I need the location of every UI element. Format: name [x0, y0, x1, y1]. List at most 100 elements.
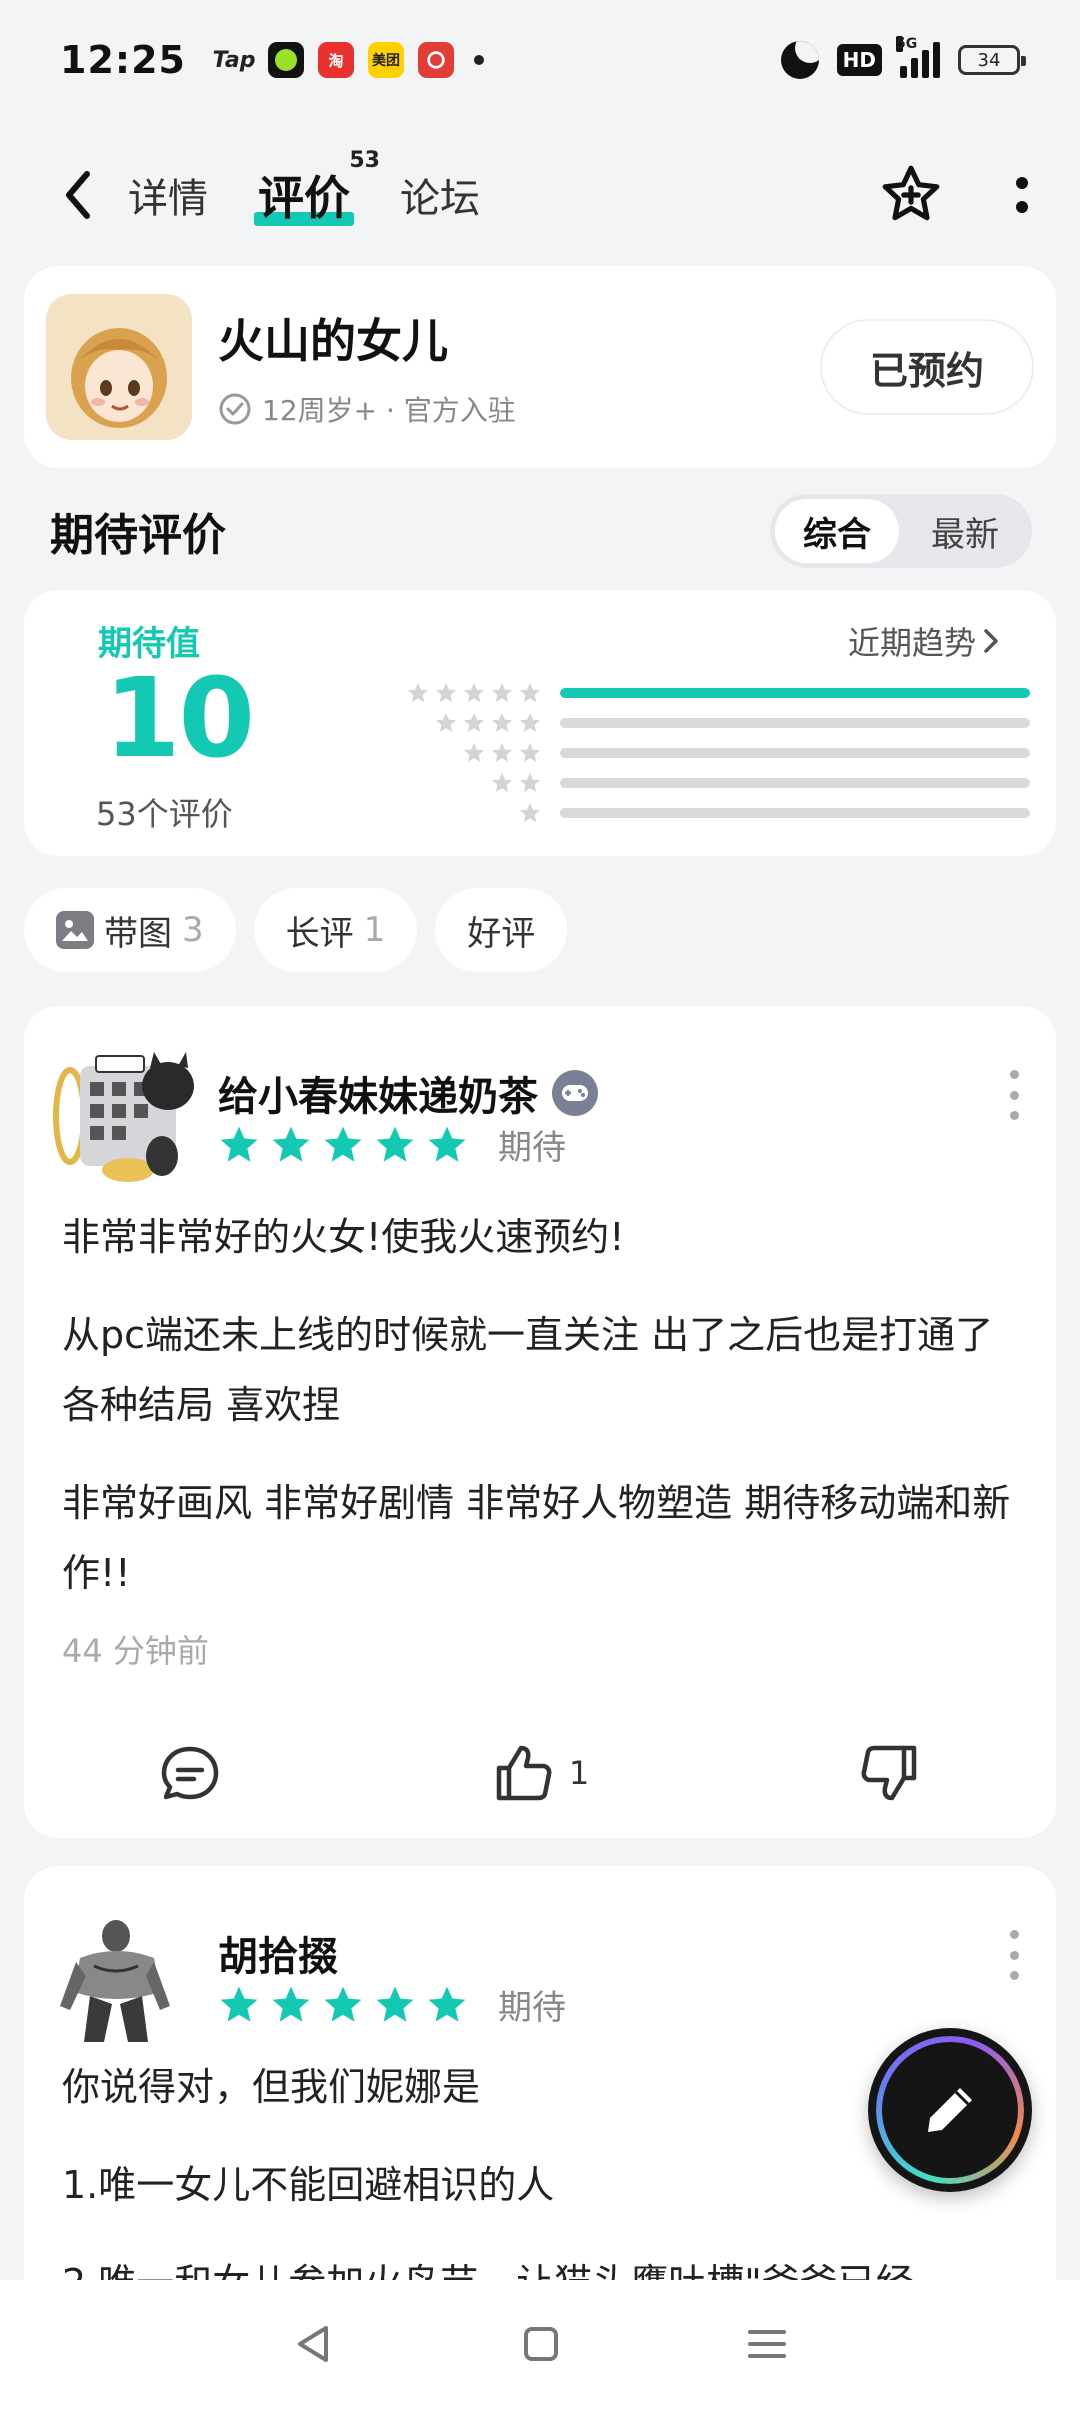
filter-long-review-count: 1	[363, 910, 386, 950]
recent-trend-label: 近期趋势	[847, 624, 976, 662]
nav-back-button[interactable]	[292, 2322, 336, 2370]
tab-reviews-count: 53	[349, 148, 380, 173]
distribution-bar	[560, 718, 1030, 728]
star-icon	[324, 1126, 362, 1162]
star-icon	[220, 1986, 258, 2022]
star-icon	[272, 1126, 310, 1162]
dot-icon	[1009, 1111, 1019, 1120]
distribution-row-2-star	[380, 768, 1030, 798]
dot-icon	[1009, 1930, 1019, 1939]
star-icon	[436, 683, 456, 702]
filter-with-image-label: 带图	[104, 913, 172, 954]
tab-reviews[interactable]: 评价 53	[254, 148, 380, 228]
review-tag: 期待	[498, 1128, 566, 1168]
hd-icon: HD	[836, 44, 882, 76]
taobao-icon: 淘	[317, 42, 354, 78]
tab-reviews-label: 评价	[258, 171, 350, 225]
more-vertical-icon	[1016, 177, 1028, 213]
rating-summary-card: 期待值 10 53个评价 近期趋势	[24, 590, 1056, 856]
distribution-row-3-star	[380, 738, 1030, 768]
distribution-bar	[560, 748, 1030, 758]
review-more-button[interactable]	[1008, 1930, 1020, 1980]
review-paragraph: 非常好画风 非常好剧情 非常好人物塑造 期待移动端和新作!!	[62, 1481, 1011, 1595]
favorite-button[interactable]	[878, 162, 944, 228]
network-type: 5G	[896, 36, 918, 52]
filter-with-image[interactable]: 带图 3	[24, 888, 236, 972]
star-icon	[520, 773, 540, 792]
reviewer-name[interactable]: 胡拾掇	[218, 1924, 338, 1982]
sort-latest[interactable]: 最新	[903, 499, 1027, 563]
like-button[interactable]: 1	[491, 1742, 589, 1804]
distribution-row-5-star	[380, 678, 1030, 708]
filter-chips: 带图 3 长评 1 好评	[24, 888, 568, 972]
fab-ring	[876, 2036, 1024, 2184]
review-paragraph: 从pc端还未上线的时候就一直关注 出了之后也是打通了各种结局 喜欢捏	[62, 1313, 994, 1427]
distribution-stars	[434, 711, 542, 735]
do-not-disturb-icon	[780, 41, 819, 79]
nav-menu-button[interactable]	[746, 2324, 788, 2368]
review-stars: 期待	[218, 1120, 566, 1169]
star-icon	[220, 1126, 258, 1162]
menu-lines-icon	[747, 2330, 786, 2358]
review-time: 44 分钟前	[62, 1632, 209, 1670]
rating-distribution	[380, 678, 1030, 828]
dislike-button[interactable]	[858, 1742, 922, 1804]
review-tag: 期待	[498, 1988, 566, 2028]
star-icon	[492, 773, 512, 792]
header-actions	[878, 162, 1030, 228]
star-icon	[492, 713, 512, 732]
notification-icons: Tap 淘 美团	[212, 42, 484, 78]
distribution-stars	[406, 681, 542, 705]
distribution-stars	[490, 771, 542, 795]
more-options-button[interactable]	[1014, 173, 1030, 217]
review-paragraph: 非常非常好的火女!使我火速预约!	[62, 1215, 625, 1259]
filter-long-review[interactable]: 长评 1	[253, 888, 418, 972]
thumbs-down-icon	[861, 1745, 916, 1801]
review-stars: 期待	[218, 1980, 566, 2029]
star-icon	[324, 1986, 362, 2022]
image-icon	[56, 911, 94, 949]
filter-positive[interactable]: 好评	[435, 888, 568, 972]
comment-button[interactable]	[158, 1743, 222, 1803]
star-icon	[520, 803, 540, 822]
review-paragraph: 1.唯一女儿不能回避相识的人	[62, 2163, 555, 2207]
review-card[interactable]: 给小春妹妹递奶茶 期待 非常非常好的火女!使我火速预约! 从pc端还未上线的时候…	[24, 1006, 1056, 1838]
comment-icon	[162, 1746, 219, 1800]
distribution-row-4-star	[380, 708, 1030, 738]
chevron-right-icon	[984, 629, 998, 653]
write-review-button[interactable]	[868, 2028, 1032, 2192]
avatar[interactable]	[50, 1046, 200, 1188]
star-icon	[376, 1126, 414, 1162]
sort-overall[interactable]: 综合	[775, 499, 899, 563]
star-icon	[408, 683, 428, 702]
app-green-icon	[267, 42, 304, 78]
dot-icon	[1009, 1950, 1019, 1960]
sort-toggle: 综合 最新	[770, 494, 1032, 568]
reserved-button[interactable]: 已预约	[820, 319, 1034, 415]
distribution-bar-fill	[560, 688, 1030, 698]
tab-details[interactable]: 详情	[128, 166, 208, 224]
chevron-left-icon	[66, 171, 90, 219]
like-count: 1	[568, 1754, 590, 1792]
star-icon	[492, 683, 512, 702]
distribution-bar	[560, 808, 1030, 818]
game-title: 火山的女儿	[218, 314, 448, 368]
distribution-bar	[560, 778, 1030, 788]
recent-trend-link[interactable]: 近期趋势	[848, 618, 1000, 664]
review-more-button[interactable]	[1008, 1070, 1020, 1120]
star-icon	[436, 713, 456, 732]
thumbs-up-icon	[496, 1745, 552, 1801]
status-bar: 12:25 Tap 淘 美团 HD 5G 34	[0, 0, 1080, 120]
nav-home-button[interactable]	[521, 2324, 561, 2368]
battery-icon: 34	[958, 45, 1026, 75]
avatar[interactable]	[50, 1906, 200, 2048]
signal-icon: 5G	[896, 36, 940, 78]
star-icon	[376, 1986, 414, 2022]
reviewer-name[interactable]: 给小春妹妹递奶茶	[218, 1064, 598, 1122]
tab-forum[interactable]: 论坛	[400, 166, 480, 224]
star-rating	[218, 1984, 468, 2026]
game-meta-text: 12周岁+ · 官方入驻	[262, 394, 516, 427]
back-button[interactable]	[50, 167, 106, 223]
star-icon	[272, 1986, 310, 2022]
game-card[interactable]: 火山的女儿 12周岁+ · 官方入驻 已预约	[24, 266, 1056, 468]
